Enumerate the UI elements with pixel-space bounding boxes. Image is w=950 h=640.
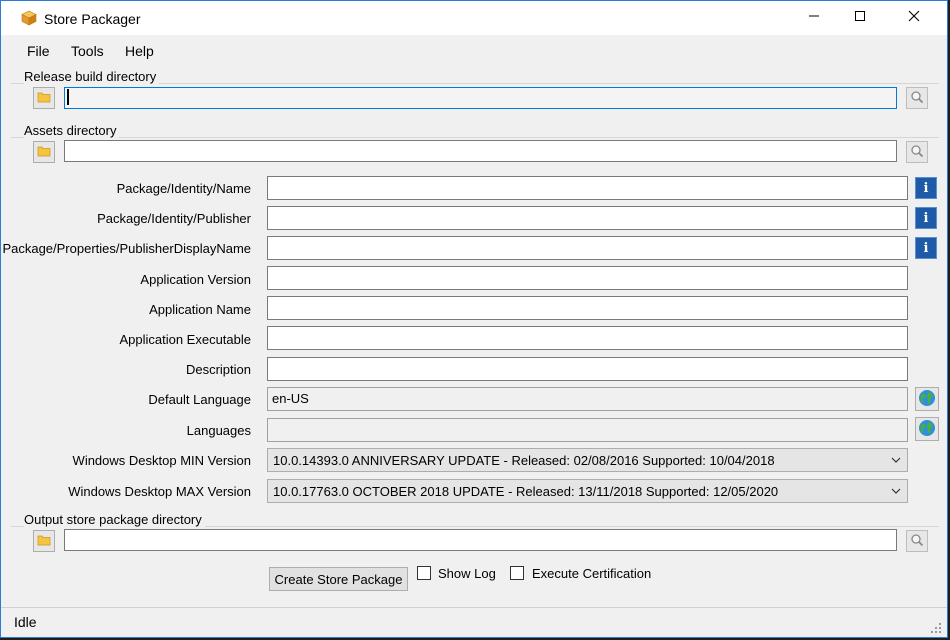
info-icon: i: [923, 180, 929, 196]
output-open-button[interactable]: [906, 530, 928, 552]
identity-name-info-button[interactable]: i: [915, 177, 937, 199]
identity-name-label: Package/Identity/Name: [116, 181, 251, 196]
create-store-package-button[interactable]: Create Store Package: [269, 567, 408, 591]
max-version-select[interactable]: 10.0.17763.0 OCTOBER 2018 UPDATE - Relea…: [267, 479, 908, 503]
resize-grip-icon[interactable]: [931, 621, 941, 633]
globe-icon: [918, 419, 936, 440]
chevron-down-icon: [891, 453, 901, 468]
min-version-label: Windows Desktop MIN Version: [72, 453, 251, 468]
identity-publisher-info-button[interactable]: i: [915, 207, 937, 229]
release-build-label: Release build directory: [24, 69, 160, 84]
menu-bar: File Tools Help: [1, 37, 947, 63]
assets-open-button[interactable]: [906, 141, 928, 163]
output-browse-button[interactable]: [33, 530, 55, 552]
menu-file[interactable]: File: [27, 43, 50, 59]
release-open-button[interactable]: [906, 87, 928, 109]
default-language-picker-button[interactable]: [915, 387, 939, 411]
magnifier-icon: [910, 533, 924, 550]
folder-icon: [37, 534, 51, 549]
app-name-label: Application Name: [149, 302, 251, 317]
description-input[interactable]: [267, 357, 908, 381]
package-box-icon: [21, 10, 37, 26]
identity-publisher-input[interactable]: [267, 206, 908, 230]
status-bar: Idle: [1, 607, 947, 637]
app-version-input[interactable]: [267, 266, 908, 290]
app-version-label: Application Version: [140, 272, 251, 287]
min-version-value: 10.0.14393.0 ANNIVERSARY UPDATE - Releas…: [273, 453, 775, 468]
magnifier-icon: [910, 144, 924, 161]
languages-label: Languages: [186, 423, 251, 438]
show-log-checkbox[interactable]: [417, 566, 431, 580]
app-name-input[interactable]: [267, 296, 908, 320]
languages-picker-button[interactable]: [915, 417, 939, 441]
max-version-value: 10.0.17763.0 OCTOBER 2018 UPDATE - Relea…: [273, 484, 779, 499]
minimize-icon: [808, 9, 820, 27]
info-icon: i: [923, 210, 929, 226]
minimize-button[interactable]: [791, 1, 837, 35]
execute-certification-label[interactable]: Execute Certification: [532, 566, 651, 581]
info-icon: i: [923, 240, 929, 256]
output-label: Output store package directory: [24, 512, 205, 527]
execute-certification-checkbox[interactable]: [510, 566, 524, 580]
default-language-field: en-US: [267, 387, 908, 411]
languages-field: [267, 418, 908, 442]
release-browse-button[interactable]: [33, 87, 55, 109]
max-version-label: Windows Desktop MAX Version: [68, 484, 251, 499]
identity-name-input[interactable]: [267, 176, 908, 200]
assets-group-divider: [11, 137, 939, 138]
app-executable-label: Application Executable: [119, 332, 251, 347]
close-button[interactable]: [891, 1, 937, 35]
publisher-display-name-input[interactable]: [267, 236, 908, 260]
maximize-icon: [854, 9, 866, 27]
title-bar[interactable]: Store Packager: [1, 1, 947, 35]
identity-publisher-label: Package/Identity/Publisher: [97, 211, 251, 226]
description-label: Description: [185, 362, 251, 377]
min-version-select[interactable]: 10.0.14393.0 ANNIVERSARY UPDATE - Releas…: [267, 448, 908, 472]
maximize-button[interactable]: [837, 1, 883, 35]
folder-icon: [37, 145, 51, 160]
default-language-label: Default Language: [148, 392, 251, 407]
release-build-input[interactable]: [64, 87, 897, 109]
output-input[interactable]: [64, 529, 897, 551]
chevron-down-icon: [891, 484, 901, 499]
text-caret: [67, 89, 69, 105]
menu-tools[interactable]: Tools: [71, 43, 104, 59]
window-title: Store Packager: [44, 11, 141, 27]
close-icon: [908, 9, 920, 27]
show-log-label[interactable]: Show Log: [438, 566, 496, 581]
globe-icon: [918, 389, 936, 410]
app-window: Store Packager File Tools Help Release b…: [0, 0, 948, 638]
status-text: Idle: [14, 614, 37, 630]
assets-browse-button[interactable]: [33, 141, 55, 163]
assets-label: Assets directory: [24, 123, 120, 138]
menu-help[interactable]: Help: [125, 43, 154, 59]
publisher-display-name-info-button[interactable]: i: [915, 237, 937, 259]
app-executable-input[interactable]: [267, 326, 908, 350]
folder-icon: [37, 91, 51, 106]
assets-input[interactable]: [64, 140, 897, 162]
publisher-display-name-label: Package/Properties/PublisherDisplayName: [2, 241, 251, 256]
magnifier-icon: [910, 90, 924, 107]
